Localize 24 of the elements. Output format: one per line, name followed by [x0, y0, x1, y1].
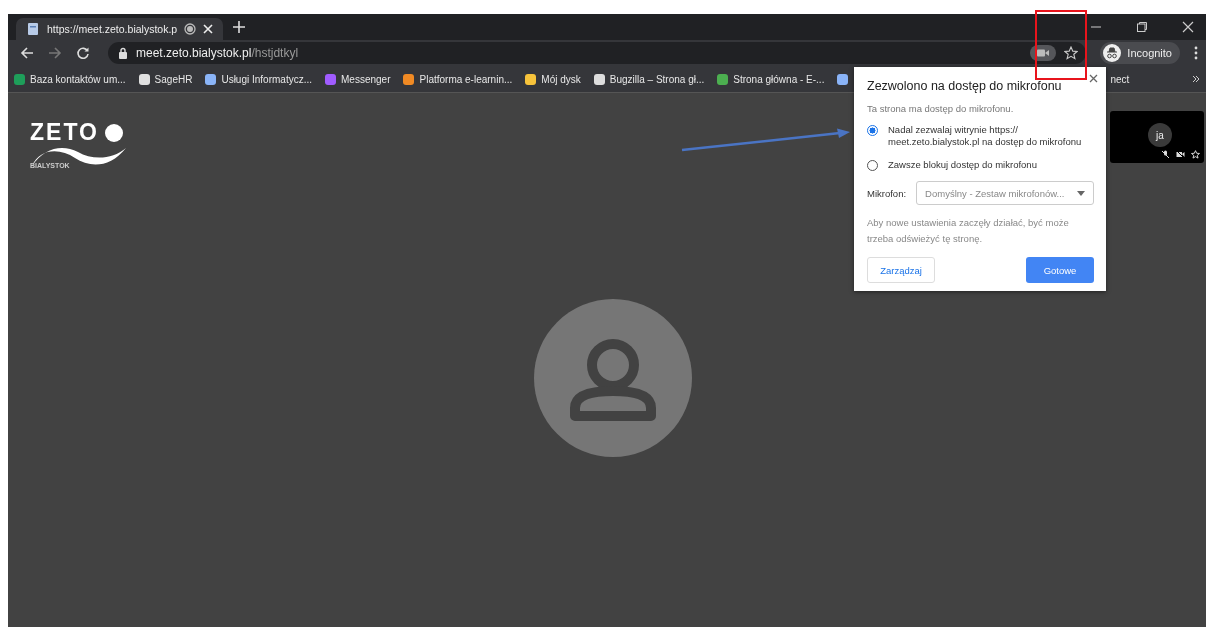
- radio-option[interactable]: Zawsze blokuj dostęp do mikrofonu: [867, 158, 1094, 172]
- microphone-dropdown[interactable]: Domyślny - Zestaw mikrofonów...: [916, 181, 1094, 206]
- dialog-title: Zezwolono na dostęp do mikrofonu: [867, 79, 1063, 93]
- microphone-label: Mikrofon:: [867, 187, 907, 199]
- bookmark[interactable]: Strona główna - E-...: [717, 73, 825, 85]
- dialog-note: Aby nowe ustawienia zaczęły działać, być może trzeba odświeżyć tę stronę.: [867, 216, 1070, 247]
- participant-initials: ja: [1148, 123, 1172, 147]
- address-field[interactable]: meet.zeto.bialystok.pl/hstjdtkyl: [108, 42, 1087, 64]
- browser-tab[interactable]: https://meet.zeto.bialystok.p: [16, 18, 224, 40]
- self-view-tile[interactable]: ja: [1110, 111, 1204, 163]
- url-text: meet.zeto.bialystok.pl/hstjdtkyl: [136, 46, 299, 60]
- bookmark[interactable]: Baza kontaktów um...: [14, 73, 126, 85]
- tab-title: https://meet.zeto.bialystok.p: [47, 23, 178, 35]
- bookmark[interactable]: Bugzilla – Strona gł...: [593, 73, 705, 85]
- bookmark[interactable]: Messenger: [325, 73, 391, 85]
- dialog-subtitle: Ta strona ma dostęp do mikrofonu.: [867, 103, 1015, 114]
- done-button[interactable]: Gotowe: [1026, 257, 1094, 284]
- manage-button[interactable]: Zarządzaj: [867, 257, 935, 284]
- bookmark[interactable]: SageHR: [138, 73, 193, 85]
- radio-option[interactable]: Nadal zezwalaj witrynie https:// meet.zeto.bialystok.pl na dostęp do mikrofonu: [867, 124, 1094, 149]
- bookmark[interactable]: Mój dysk: [525, 73, 581, 85]
- incognito-button[interactable]: Incognito: [1100, 42, 1180, 64]
- bookmark[interactable]: Usługi Informatycz...: [205, 73, 312, 85]
- bookmark[interactable]: Platforma e-learnin...: [403, 73, 513, 85]
